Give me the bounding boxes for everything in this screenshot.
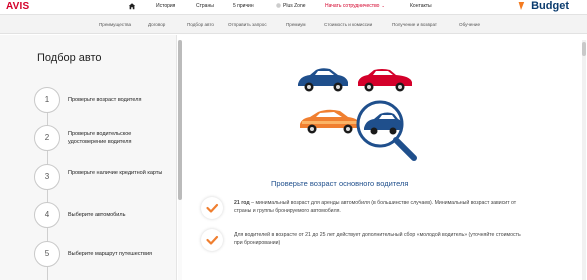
sidebar-title: Подбор авто — [37, 52, 102, 64]
subnav-training[interactable]: Обучение — [459, 22, 480, 27]
subnav-send-request[interactable]: Отправить запрос — [228, 22, 267, 27]
step-label: Выберите маршрут путешествия — [68, 251, 153, 257]
cars-magnifier-illustration — [298, 68, 417, 161]
budget-mark-icon — [518, 2, 525, 10]
requirement-text: Для водителей в возрасте от 21 до 25 лет… — [234, 231, 524, 247]
sidebar-scrollbar-thumb[interactable] — [178, 40, 182, 200]
nav-history[interactable]: История — [156, 3, 175, 9]
plus-zone-icon — [276, 3, 281, 8]
subnav-contract[interactable]: Договор — [148, 22, 165, 27]
step-item[interactable]: 2 Проверьте водительское удостоверение в… — [34, 125, 174, 155]
requirement-body: Для водителей в возрасте от 21 до 25 лет… — [234, 232, 521, 246]
step-label: Выберите автомобиль — [68, 212, 126, 218]
requirement-body: – минимальный возраст для аренды автомоб… — [234, 200, 517, 214]
budget-logo[interactable]: Budget — [531, 0, 569, 12]
avis-logo[interactable]: AVIS — [6, 1, 29, 12]
subnav-pickup-return[interactable]: Получение и возврат — [392, 22, 437, 27]
step-item[interactable]: 3 Проверьте наличие кредитной карты — [34, 164, 174, 194]
requirement-text: 21 год – минимальный возраст для аренды … — [234, 199, 524, 215]
requirement-bold: 21 год — [234, 200, 250, 206]
step-number: 5 — [34, 241, 60, 267]
step-item[interactable]: 1 Проверьте возраст водителя — [34, 87, 174, 117]
section-subnav: Преимущества Договор Подбор авто Отправи… — [0, 14, 587, 34]
nav-plus-zone[interactable]: Plus Zone — [276, 3, 306, 9]
subnav-car-selection[interactable]: Подбор авто — [187, 22, 214, 27]
orange-car-icon — [300, 109, 360, 134]
step-item[interactable]: 4 Выберите автомобиль — [34, 202, 174, 232]
step-label: Проверьте возраст водителя — [68, 97, 142, 103]
step-number: 2 — [34, 125, 60, 151]
top-header: AVIS История Страны 5 причин Plus Zone Н… — [0, 0, 587, 14]
step-number: 1 — [34, 87, 60, 113]
nav-contacts[interactable]: Контакты — [410, 3, 432, 9]
step-item[interactable]: 5 Выберите маршрут путешествия — [34, 241, 174, 271]
subnav-premium[interactable]: Премиум — [286, 22, 306, 27]
subnav-cost-and-fees[interactable]: Стоимость и комиссии — [324, 22, 372, 27]
step-number: 4 — [34, 202, 60, 228]
subnav-advantages[interactable]: Преимущества — [99, 22, 131, 27]
nav-plus-zone-label: Plus Zone — [283, 3, 306, 9]
section-heading: Проверьте возраст основного водителя — [271, 179, 409, 188]
nav-start-cooperation-label: Начать сотрудничество — [325, 3, 380, 9]
main-scrollbar-thumb[interactable] — [582, 42, 586, 56]
main-scrollbar[interactable] — [582, 40, 586, 280]
step-label: Проверьте водительское удостоверение вод… — [68, 131, 132, 145]
chevron-down-icon: ⌄ — [381, 3, 385, 8]
check-badge — [201, 229, 223, 251]
steps-sidebar: Подбор авто 1 Проверьте возраст водителя… — [0, 35, 177, 280]
nav-start-cooperation[interactable]: Начать сотрудничество ⌄ — [325, 3, 385, 9]
checkmark-icon — [206, 235, 219, 245]
nav-countries[interactable]: Страны — [196, 3, 214, 9]
step-label: Проверьте наличие кредитной карты — [68, 170, 163, 176]
red-car-icon — [358, 69, 412, 92]
nav-5-reasons[interactable]: 5 причин — [233, 3, 254, 9]
blue-car-icon — [298, 68, 348, 92]
magnifier-icon — [356, 100, 417, 161]
check-badge — [201, 197, 223, 219]
step-number: 3 — [34, 164, 60, 190]
checkmark-icon — [206, 203, 219, 213]
home-icon[interactable] — [128, 2, 136, 10]
